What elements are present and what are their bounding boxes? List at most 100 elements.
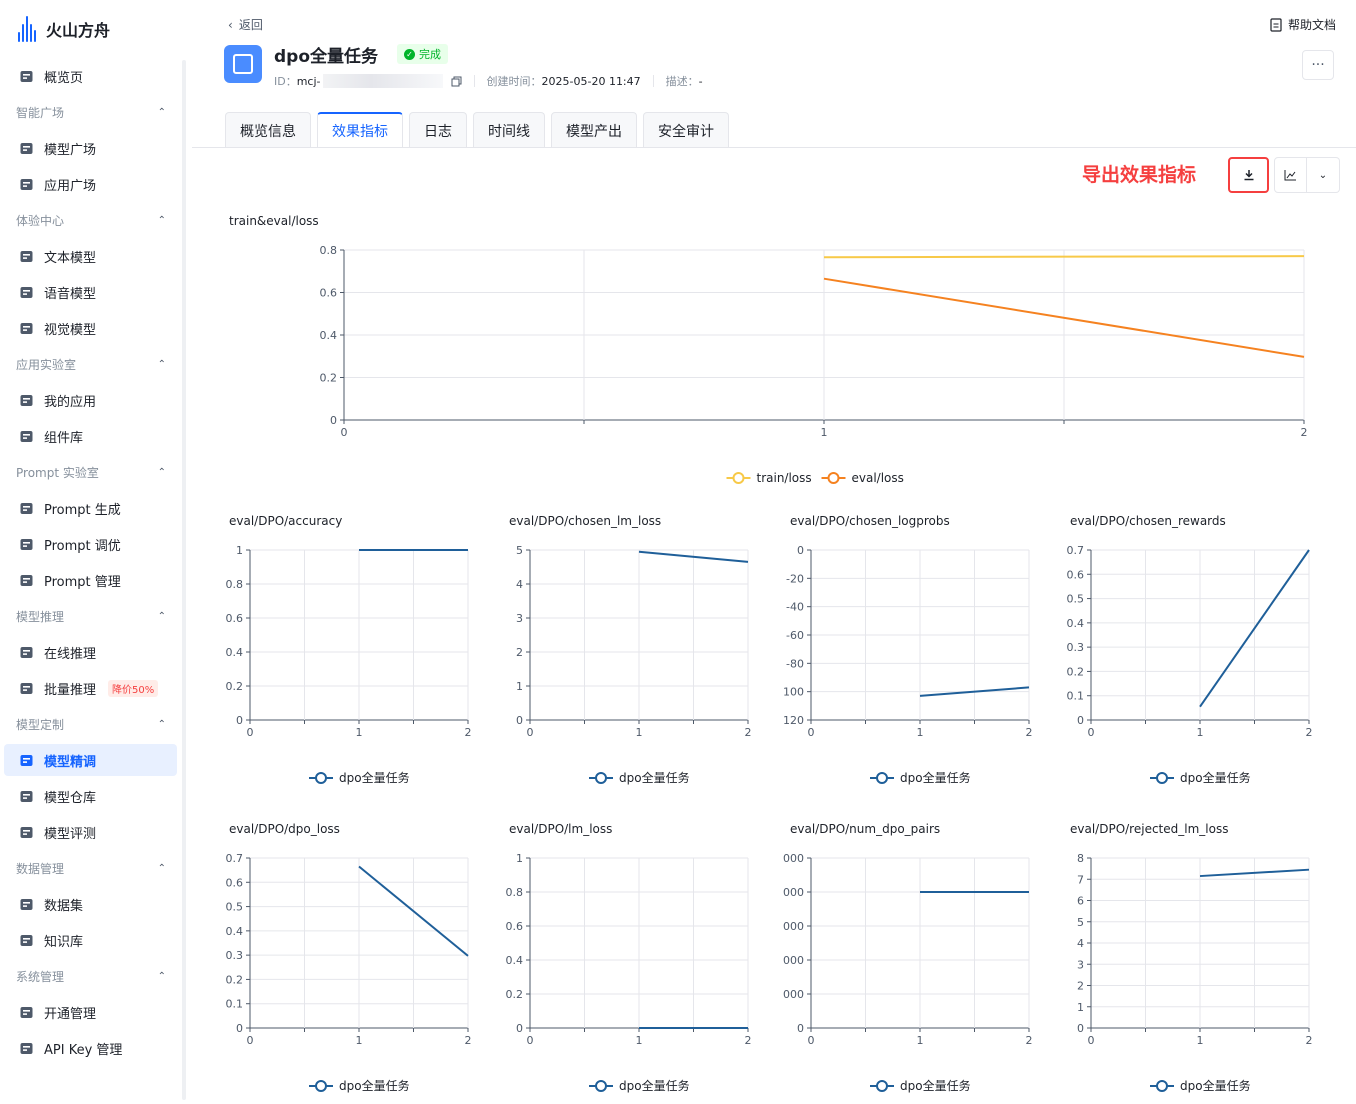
legend-item[interactable]: eval/loss: [821, 471, 904, 485]
y-tick-label: 0: [236, 714, 243, 727]
y-tick-label: 0.2: [226, 973, 244, 986]
nav-group-模型定制[interactable]: 模型定制 ⌃: [16, 714, 166, 734]
sidebar-item-视觉模型[interactable]: 视觉模型: [4, 312, 177, 344]
nav-group-体验中心[interactable]: 体验中心 ⌃: [16, 210, 166, 230]
sidebar-item-数据集[interactable]: 数据集: [4, 888, 177, 920]
sidebar: 火山方舟 概览页智能广场 ⌃ 模型广场应用广场体验中心 ⌃ 文本模型语音模型视觉模型应用…: [0, 0, 192, 1104]
volcano-logo-icon: [18, 16, 38, 42]
x-tick-label: 1: [636, 726, 643, 739]
logo-text: 火山方舟: [46, 21, 111, 40]
x-tick-label: 2: [745, 726, 752, 739]
sidebar-item-知识库[interactable]: 知识库: [4, 924, 177, 956]
sidebar-item-prompt-管理[interactable]: Prompt 管理: [4, 564, 177, 596]
legend-label: dpo全量任务: [1180, 770, 1251, 785]
discount-badge: 降价50%: [108, 679, 159, 697]
terminal-icon: [18, 500, 34, 516]
logo[interactable]: 火山方舟: [18, 16, 110, 42]
y-tick-label: 1: [516, 680, 523, 693]
y-tick-label: 0: [516, 714, 523, 727]
nav-group-智能广场[interactable]: 智能广场 ⌃: [16, 102, 166, 122]
legend-item[interactable]: dpo全量任务: [309, 770, 410, 785]
y-tick-label: 1: [1077, 1001, 1084, 1014]
legend-marker: [595, 772, 607, 784]
legend-item[interactable]: dpo全量任务: [309, 1078, 410, 1093]
chart-4: eval/DPO/chosen_rewards 0 0.1 0.2 0.3 0.4 0.5 0…: [1067, 514, 1313, 785]
y-tick-label: 5: [516, 544, 523, 557]
series-line-train-loss: [823, 255, 1305, 259]
x-tick-label: 1: [821, 426, 828, 439]
sidebar-item-模型仓库[interactable]: 模型仓库: [4, 780, 177, 812]
sidebar-item-应用广场[interactable]: 应用广场: [4, 168, 177, 200]
x-tick-label: 0: [808, 1034, 815, 1047]
chart-title: eval/DPO/dpo_loss: [229, 822, 340, 836]
legend-marker: [315, 772, 327, 784]
nav-group-数据管理[interactable]: 数据管理 ⌃: [16, 858, 166, 878]
y-tick-label: 2: [516, 646, 523, 659]
building-icon: [18, 644, 34, 660]
sidebar-item-模型评测[interactable]: 模型评测: [4, 816, 177, 848]
y-tick-label: 0.8: [226, 578, 244, 591]
legend-item[interactable]: dpo全量任务: [870, 1078, 971, 1093]
sidebar-item-prompt-生成[interactable]: Prompt 生成: [4, 492, 177, 524]
y-tick-label: -60: [786, 629, 804, 642]
legend-item[interactable]: dpo全量任务: [1150, 770, 1251, 785]
sidebar-item-label: 我的应用: [44, 394, 97, 410]
y-tick-label: 0: [330, 414, 337, 427]
sidebar-item-语音模型[interactable]: 语音模型: [4, 276, 177, 308]
sidebar-item-模型精调[interactable]: 模型精调: [4, 744, 177, 776]
x-tick-label: 0: [1088, 1034, 1095, 1047]
sidebar-item-label: 开通管理: [44, 1006, 97, 1022]
nav-group-label: 应用实验室: [16, 357, 77, 372]
nav-group-应用实验室[interactable]: 应用实验室 ⌃: [16, 354, 166, 374]
y-tick-label: 0.8: [506, 886, 524, 899]
sidebar-item-文本模型[interactable]: 文本模型: [4, 240, 177, 272]
sidebar-item-label: Prompt 生成: [44, 502, 121, 518]
nav-group-系统管理[interactable]: 系统管理 ⌃: [16, 966, 166, 986]
tune-icon: [18, 536, 34, 552]
y-tick-label: 1: [236, 544, 243, 557]
y-tick-label: 120: [783, 714, 804, 727]
nav-group-label: Prompt 实验室: [16, 465, 99, 480]
y-tick-label: 0.4: [226, 646, 244, 659]
y-tick-label: 0.5: [226, 901, 244, 914]
y-tick-label: 000: [783, 954, 804, 967]
nav-group-prompt-实验室[interactable]: Prompt 实验室 ⌃: [16, 462, 166, 482]
y-tick-label: 8: [1077, 852, 1084, 865]
nav-group-模型推理[interactable]: 模型推理 ⌃: [16, 606, 166, 626]
sidebar-item-概览页[interactable]: 概览页: [4, 60, 177, 92]
legend-item[interactable]: dpo全量任务: [589, 770, 690, 785]
chart-5: eval/DPO/dpo_loss 0 0.1 0.2 0.3 0.4 0.5 0.6 0.7 0…: [226, 822, 472, 1093]
x-tick-label: 2: [1301, 426, 1308, 439]
sidebar-item-组件库[interactable]: 组件库: [4, 420, 177, 452]
mic-icon: [18, 284, 34, 300]
sidebar-item-我的应用[interactable]: 我的应用: [4, 384, 177, 416]
chevron-up-icon: ⌃: [157, 214, 166, 226]
legend-item[interactable]: dpo全量任务: [1150, 1078, 1251, 1093]
x-tick-label: 0: [527, 1034, 534, 1047]
sidebar-item-批量推理[interactable]: 批量推理 降价50%: [4, 672, 177, 704]
sidebar-item-api-key-管理[interactable]: API Key 管理: [4, 1032, 177, 1064]
chevron-up-icon: ⌃: [157, 466, 166, 478]
sidebar-item-prompt-调优[interactable]: Prompt 调优: [4, 528, 177, 560]
server-icon: [18, 932, 34, 948]
y-tick-label: 000: [783, 886, 804, 899]
chart-title: eval/DPO/num_dpo_pairs: [790, 822, 940, 836]
sidebar-item-开通管理[interactable]: 开通管理: [4, 996, 177, 1028]
camera-icon: [18, 320, 34, 336]
legend-label: dpo全量任务: [619, 770, 690, 785]
list-icon: [18, 1004, 34, 1020]
legend-item[interactable]: dpo全量任务: [589, 1078, 690, 1093]
sidebar-item-label: 概览页: [44, 70, 84, 86]
sidebar-item-模型广场[interactable]: 模型广场: [4, 132, 177, 164]
y-tick-label: 0: [797, 1022, 804, 1035]
legend-item[interactable]: train/loss: [726, 471, 812, 485]
x-tick-label: 1: [1197, 1034, 1204, 1047]
y-tick-label: 0: [236, 1022, 243, 1035]
nav-group-label: 体验中心: [16, 213, 65, 228]
sidebar-item-在线推理[interactable]: 在线推理: [4, 636, 177, 668]
x-tick-label: 0: [247, 726, 254, 739]
y-tick-label: -20: [786, 572, 804, 585]
y-tick-label: 0.2: [226, 680, 244, 693]
sidebar-scrollbar[interactable]: [182, 60, 186, 1100]
legend-item[interactable]: dpo全量任务: [870, 770, 971, 785]
